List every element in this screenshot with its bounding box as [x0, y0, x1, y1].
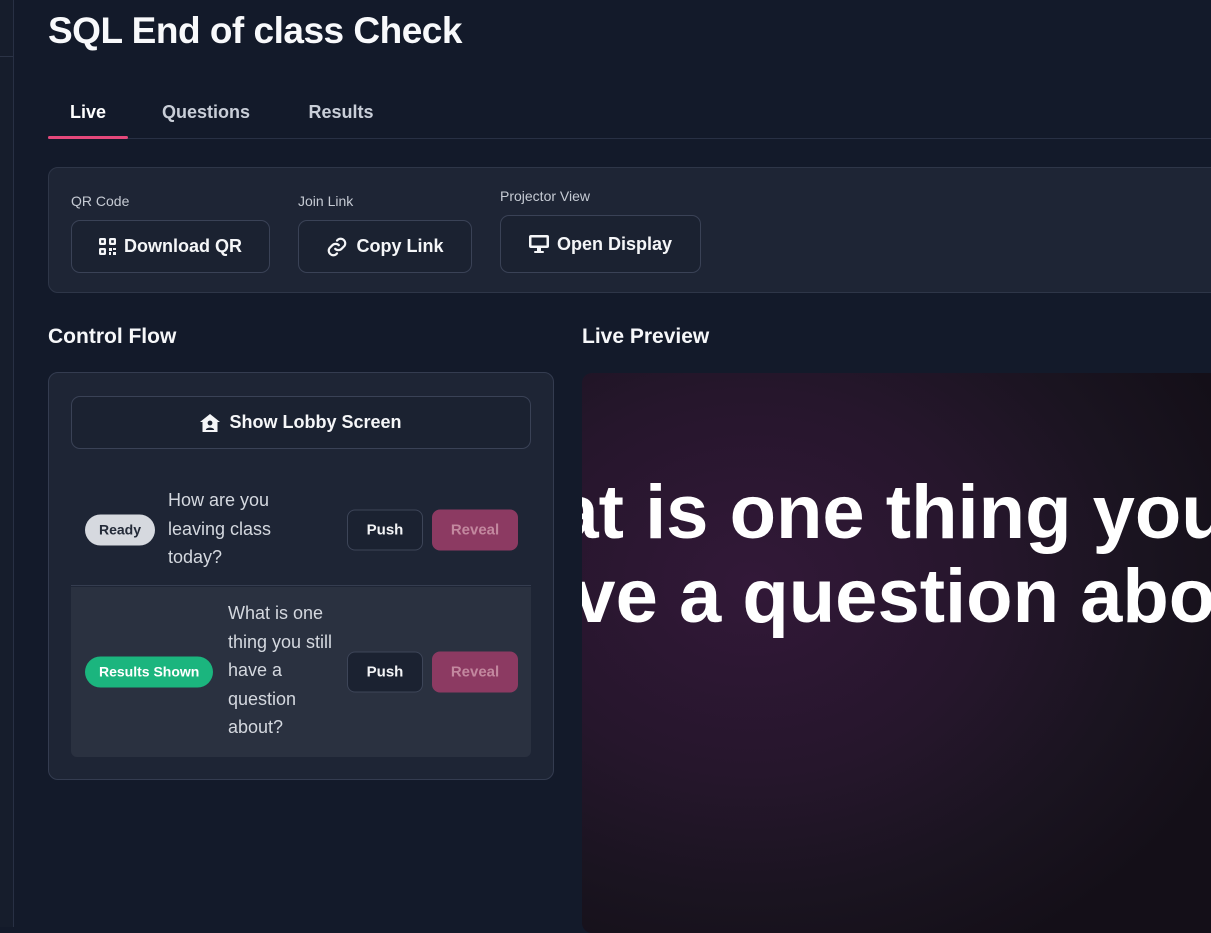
- show-lobby-screen-button[interactable]: Show Lobby Screen: [71, 396, 531, 449]
- show-lobby-screen-label: Show Lobby Screen: [229, 412, 402, 432]
- control-flow-panel: Show Lobby Screen Ready How are you leav…: [48, 372, 554, 780]
- projector-view-group: Projector View Open Display: [500, 188, 701, 273]
- projector-view-label: Projector View: [500, 188, 591, 204]
- download-qr-button[interactable]: Download QR: [71, 220, 270, 273]
- push-button[interactable]: Push: [347, 651, 423, 693]
- qr-code-group: QR Code Download QR: [71, 193, 270, 273]
- tab-questions[interactable]: Questions: [146, 86, 266, 138]
- tab-results[interactable]: Results: [293, 86, 389, 138]
- question-text: How are you leaving class today?: [168, 490, 272, 567]
- sidebar-divider: [0, 56, 13, 57]
- monitor-icon: [528, 235, 549, 253]
- open-display-button[interactable]: Open Display: [500, 215, 701, 273]
- live-preview-display: What is one thing you still have a quest…: [582, 373, 1211, 933]
- preview-question-text: What is one thing you still have a quest…: [582, 470, 1211, 639]
- page-title: SQL End of class Check: [48, 10, 462, 51]
- join-link-group: Join Link Copy Link: [298, 193, 472, 273]
- reveal-button[interactable]: Reveal: [432, 651, 518, 693]
- copy-link-button[interactable]: Copy Link: [298, 220, 472, 273]
- control-flow-title: Control Flow: [48, 325, 177, 348]
- qr-code-icon: [99, 238, 116, 255]
- join-link-label: Join Link: [298, 193, 354, 209]
- question-row: Ready How are you leaving class today? P…: [71, 475, 531, 586]
- question-text: What is one thing you still have a quest…: [228, 603, 333, 737]
- live-preview-title: Live Preview: [582, 325, 710, 348]
- reveal-button[interactable]: Reveal: [432, 509, 518, 551]
- home-icon: [200, 413, 221, 432]
- share-panel: QR Code Download QR Join Link Copy Link …: [48, 167, 1211, 293]
- tab-live[interactable]: Live: [48, 86, 128, 139]
- tab-bar: Live Questions Results: [48, 86, 1211, 139]
- push-button[interactable]: Push: [347, 509, 423, 551]
- open-display-label: Open Display: [556, 233, 673, 254]
- question-row: Results Shown What is one thing you stil…: [71, 587, 531, 757]
- link-icon: [328, 237, 347, 256]
- status-badge: Results Shown: [85, 656, 214, 688]
- copy-link-label: Copy Link: [356, 236, 444, 256]
- left-sidebar-edge: [0, 0, 14, 927]
- status-badge: Ready: [85, 514, 156, 546]
- download-qr-label: Download QR: [124, 236, 242, 256]
- qr-code-label: QR Code: [71, 193, 130, 209]
